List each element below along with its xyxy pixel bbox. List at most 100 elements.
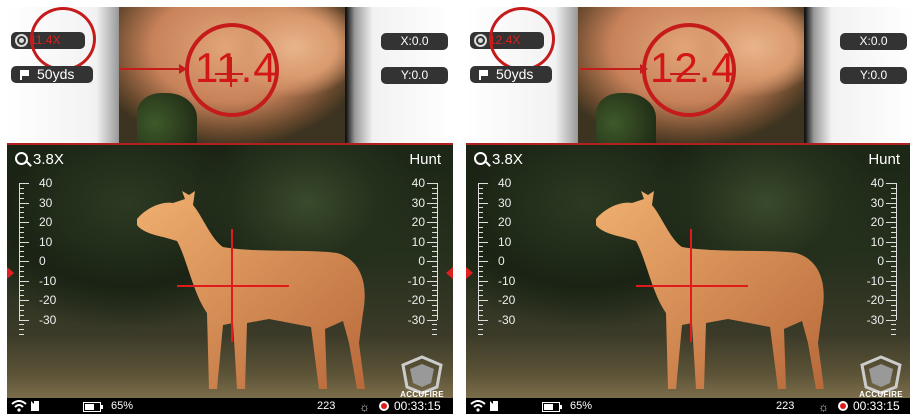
scale-tick <box>478 324 483 326</box>
scale-tick <box>891 329 896 331</box>
brightness-icon: ☼ <box>359 400 370 414</box>
zoom-cross-vertical <box>230 57 232 87</box>
reticle-vertical <box>690 229 692 342</box>
mode-label[interactable]: Hunt <box>868 151 900 168</box>
scale-label: -20 <box>866 293 884 307</box>
offset-x-pill[interactable]: X:0.0 <box>840 33 907 50</box>
scale-tick <box>427 241 437 243</box>
marker-left-arrow <box>466 267 473 279</box>
scale-label: 30 <box>411 195 425 210</box>
scale-tick <box>427 300 437 301</box>
scale-label: 40 <box>870 176 884 190</box>
scale-tick <box>427 319 437 321</box>
scale-label: 30 <box>498 195 512 210</box>
zoom-reading: 12.4 <box>650 44 736 91</box>
main-scope-view: 3.8X Hunt 40 30 20 10 0 -10 -20 -30 40 30 20 10 0 -1… <box>466 143 910 399</box>
deer-image <box>137 191 365 389</box>
elevation-scale-left: 40 30 20 10 0 -10 -20 -30 <box>474 173 515 336</box>
scale-tick <box>886 300 896 301</box>
scale-tick <box>886 280 896 282</box>
zoom-arrow <box>119 64 187 74</box>
scale-label: 10 <box>411 234 425 249</box>
offset-y-pill[interactable]: Y:0.0 <box>381 67 448 84</box>
search-icon <box>474 152 487 165</box>
scale-tick <box>427 183 437 184</box>
scale-label: 40 <box>39 176 53 190</box>
battery-label: 65% <box>111 400 134 412</box>
gear-icon <box>474 34 487 47</box>
scale-tick <box>19 300 29 301</box>
scale-tick <box>427 202 437 204</box>
scale-label: -30 <box>407 312 425 327</box>
scale-tick <box>478 280 488 282</box>
scale-label: -30 <box>39 312 57 327</box>
counter-label: 223 <box>317 400 336 412</box>
scale-tick <box>19 261 29 262</box>
scale-tick <box>19 183 29 184</box>
scale-label: -20 <box>498 293 516 307</box>
distance-pill[interactable]: 50yds <box>11 66 93 83</box>
scale-label: -30 <box>866 312 884 327</box>
scale-tick <box>478 183 488 184</box>
scale-label: 10 <box>498 234 512 249</box>
scale-tick <box>478 334 483 336</box>
scale-tick <box>886 319 896 321</box>
accufire-logo-icon <box>401 355 443 395</box>
scale-tick <box>19 222 29 223</box>
flag-icon <box>20 70 29 80</box>
scale-tick <box>19 324 24 326</box>
status-bar: 65% 223 ☼ 00:33:15 <box>7 398 453 414</box>
status-bar: 65% 223 ☼ 00:33:15 <box>466 398 910 414</box>
sd-card-icon <box>31 401 39 411</box>
scale-label: -10 <box>498 273 516 288</box>
record-icon <box>379 401 389 411</box>
scale-tick <box>886 183 896 184</box>
battery-icon <box>83 402 103 412</box>
scale-tick <box>19 202 29 204</box>
magnification-highlight-circle <box>30 7 96 71</box>
distance-label: 50yds <box>496 66 534 82</box>
scale-label: -20 <box>39 293 57 307</box>
distance-label: 50yds <box>37 66 75 82</box>
scale-tick <box>478 319 488 321</box>
elevation-scale-left: 40 30 20 10 0 -10 -20 -30 <box>15 173 56 336</box>
scale-tick <box>886 222 896 223</box>
divider-line <box>466 143 910 145</box>
battery-icon <box>542 402 562 412</box>
magnification-label: 3.8X <box>33 151 64 168</box>
scale-label: -10 <box>39 273 57 288</box>
scale-tick <box>432 329 437 331</box>
record-icon <box>838 401 848 411</box>
scale-spine <box>478 183 479 320</box>
wifi-icon <box>11 400 27 412</box>
reticle-vertical <box>231 229 233 342</box>
brightness-icon: ☼ <box>818 400 829 414</box>
scale-label: 10 <box>870 234 884 249</box>
flag-icon <box>479 70 488 80</box>
accufire-logo-icon <box>860 355 902 395</box>
distance-pill[interactable]: 50yds <box>470 66 552 83</box>
scale-tick <box>427 222 437 223</box>
scale-label: 0 <box>418 254 425 268</box>
scale-spine <box>896 183 897 320</box>
record-time: 00:33:15 <box>853 399 900 413</box>
record-time: 00:33:15 <box>394 399 441 413</box>
zoom-reading: 11.4 <box>195 44 278 91</box>
mode-label[interactable]: Hunt <box>409 151 441 168</box>
scale-label: 10 <box>39 234 53 249</box>
magnification-label: 3.8X <box>492 151 523 168</box>
scale-tick <box>432 334 437 336</box>
divider-line <box>7 143 453 145</box>
offset-y-pill[interactable]: Y:0.0 <box>840 67 907 84</box>
scale-label: 40 <box>498 176 512 190</box>
scale-label: 20 <box>498 215 512 229</box>
scale-tick <box>19 319 29 321</box>
scale-label: 30 <box>39 195 53 210</box>
scale-tick <box>478 241 488 243</box>
offset-x-pill[interactable]: X:0.0 <box>381 33 448 50</box>
deer-image <box>596 191 824 389</box>
reticle-horizontal <box>177 285 289 287</box>
scale-label: 30 <box>870 195 884 210</box>
gear-icon <box>15 34 28 47</box>
scale-tick <box>19 329 24 331</box>
